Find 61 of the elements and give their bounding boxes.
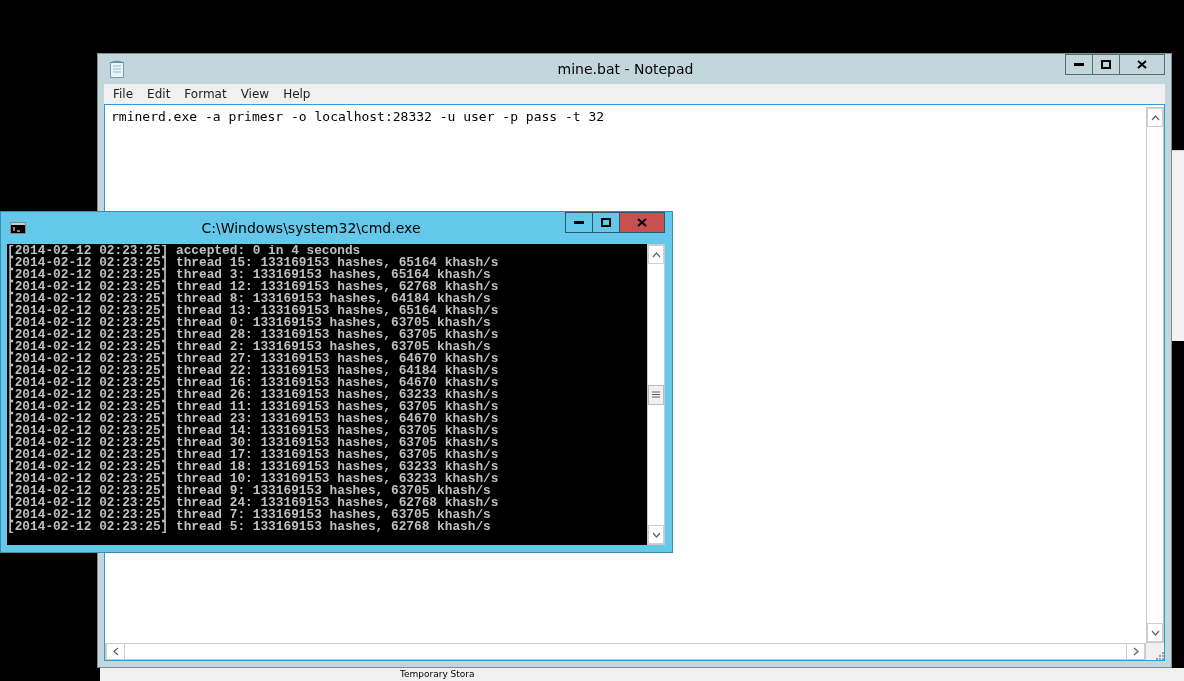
scroll-up-button[interactable] (648, 245, 664, 264)
close-icon (1137, 60, 1147, 69)
console-line: [2014-02-12 02:23:25] thread 17: 133169153 hashes, 63705 khash/s (7, 449, 500, 461)
maximize-icon (1101, 60, 1111, 69)
maximize-button[interactable] (592, 212, 620, 233)
chevron-down-icon (651, 531, 661, 538)
window-title: C:\Windows\system32\cmd.exe (200, 220, 421, 236)
minimize-button[interactable] (565, 212, 593, 233)
close-button[interactable] (1119, 54, 1165, 75)
console-line: [2014-02-12 02:23:25] thread 14: 133169153 hashes, 63705 khash/s (7, 425, 500, 437)
console-line: [2014-02-12 02:23:25] thread 13: 133169153 hashes, 65164 khash/s (7, 305, 500, 317)
console-line: [2014-02-12 02:23:25] thread 8: 133169153 hashes, 64184 khash/s (7, 293, 491, 305)
minimize-button[interactable] (1065, 54, 1093, 75)
console-line: [2014-02-12 02:23:25] thread 0: 133169153 hashes, 63705 khash/s (7, 317, 491, 329)
console-line: [2014-02-12 02:23:25] thread 24: 133169153 hashes, 62768 khash/s (7, 497, 500, 509)
close-icon (637, 218, 647, 227)
console-line: [2014-02-12 02:23:25] thread 18: 133169153 hashes, 63233 khash/s (7, 461, 500, 473)
menu-item[interactable]: File (106, 85, 141, 103)
chevron-right-icon (1132, 647, 1139, 656)
console-line: [2014-02-12 02:23:25] thread 2: 133169153 hashes, 63705 khash/s (7, 341, 491, 353)
scroll-up-button[interactable] (1147, 108, 1163, 127)
minimize-icon (574, 220, 584, 225)
window-label: Temporary Stora (400, 669, 475, 680)
console-icon (10, 222, 26, 234)
chevron-up-icon (1150, 114, 1160, 121)
menu-item[interactable]: View (233, 85, 277, 103)
console-line: [2014-02-12 02:23:25] thread 7: 133169153 hashes, 63705 khash/s (7, 509, 492, 521)
console-line: [2014-02-12 02:23:25] thread 16: 133169153 hashes, 64670 khash/s (7, 377, 500, 389)
grip-icon (652, 391, 660, 398)
maximize-icon (601, 218, 611, 227)
console-line: [2014-02-12 02:23:25] thread 26: 133169153 hashes, 63233 khash/s (7, 389, 500, 401)
menu-item[interactable]: Format (177, 85, 234, 103)
notepad-icon (109, 60, 125, 78)
minimize-icon (1074, 62, 1084, 67)
console-line: [2014-02-12 02:23:25] thread 28: 133169153 hashes, 63705 khash/s (7, 329, 500, 341)
file-content: rminerd.exe -a primesr -o localhost:28332 -u user -p pass -t 32 (111, 109, 605, 125)
chevron-down-icon (1150, 629, 1160, 636)
console-line: [2014-02-12 02:23:25] thread 15: 133169153 hashes, 65164 khash/s (7, 257, 500, 269)
console-line: [2014-02-12 02:23:25] thread 9: 133169153 hashes, 63705 khash/s (7, 485, 491, 497)
scroll-down-button[interactable] (648, 525, 664, 544)
scroll-down-button[interactable] (1147, 623, 1163, 642)
chevron-left-icon (112, 647, 119, 656)
chevron-up-icon (651, 251, 661, 258)
scroll-left-button[interactable] (106, 644, 125, 659)
window-title: mine.bat - Notepad (556, 61, 694, 77)
console-line: [2014-02-12 02:23:25] accepted: 0 in 4 seconds (7, 245, 361, 257)
console-line: [2014-02-12 02:23:25] thread 11: 133169153 hashes, 63705 khash/s (7, 401, 500, 413)
scroll-right-button[interactable] (1126, 644, 1145, 659)
console-line: [2014-02-12 02:23:25] thread 10: 133169153 hashes, 63233 khash/s (7, 473, 500, 485)
menu-item[interactable]: Edit (140, 85, 178, 103)
menu-item[interactable]: Help (276, 85, 318, 103)
console-line: [2014-02-12 02:23:25] thread 27: 133169153 hashes, 64670 khash/s (7, 353, 500, 365)
console-line: [2014-02-12 02:23:25] thread 3: 133169153 hashes, 65164 khash/s (7, 269, 491, 281)
console-line: [2014-02-12 02:23:25] thread 12: 133169153 hashes, 62768 khash/s (7, 281, 500, 293)
maximize-button[interactable] (1092, 54, 1120, 75)
console-line: [2014-02-12 02:23:25] thread 5: 133169153 hashes, 62768 khash/s (7, 521, 492, 533)
scroll-thumb[interactable] (648, 384, 664, 405)
console-line: [2014-02-12 02:23:25] thread 23: 133169153 hashes, 64670 khash/s (7, 413, 500, 425)
console-line: [2014-02-12 02:23:25] thread 30: 133169153 hashes, 63705 khash/s (7, 437, 500, 449)
resize-grip-icon (1154, 650, 1164, 660)
console-line: [2014-02-12 02:23:25] thread 22: 133169153 hashes, 64184 khash/s (7, 365, 500, 377)
